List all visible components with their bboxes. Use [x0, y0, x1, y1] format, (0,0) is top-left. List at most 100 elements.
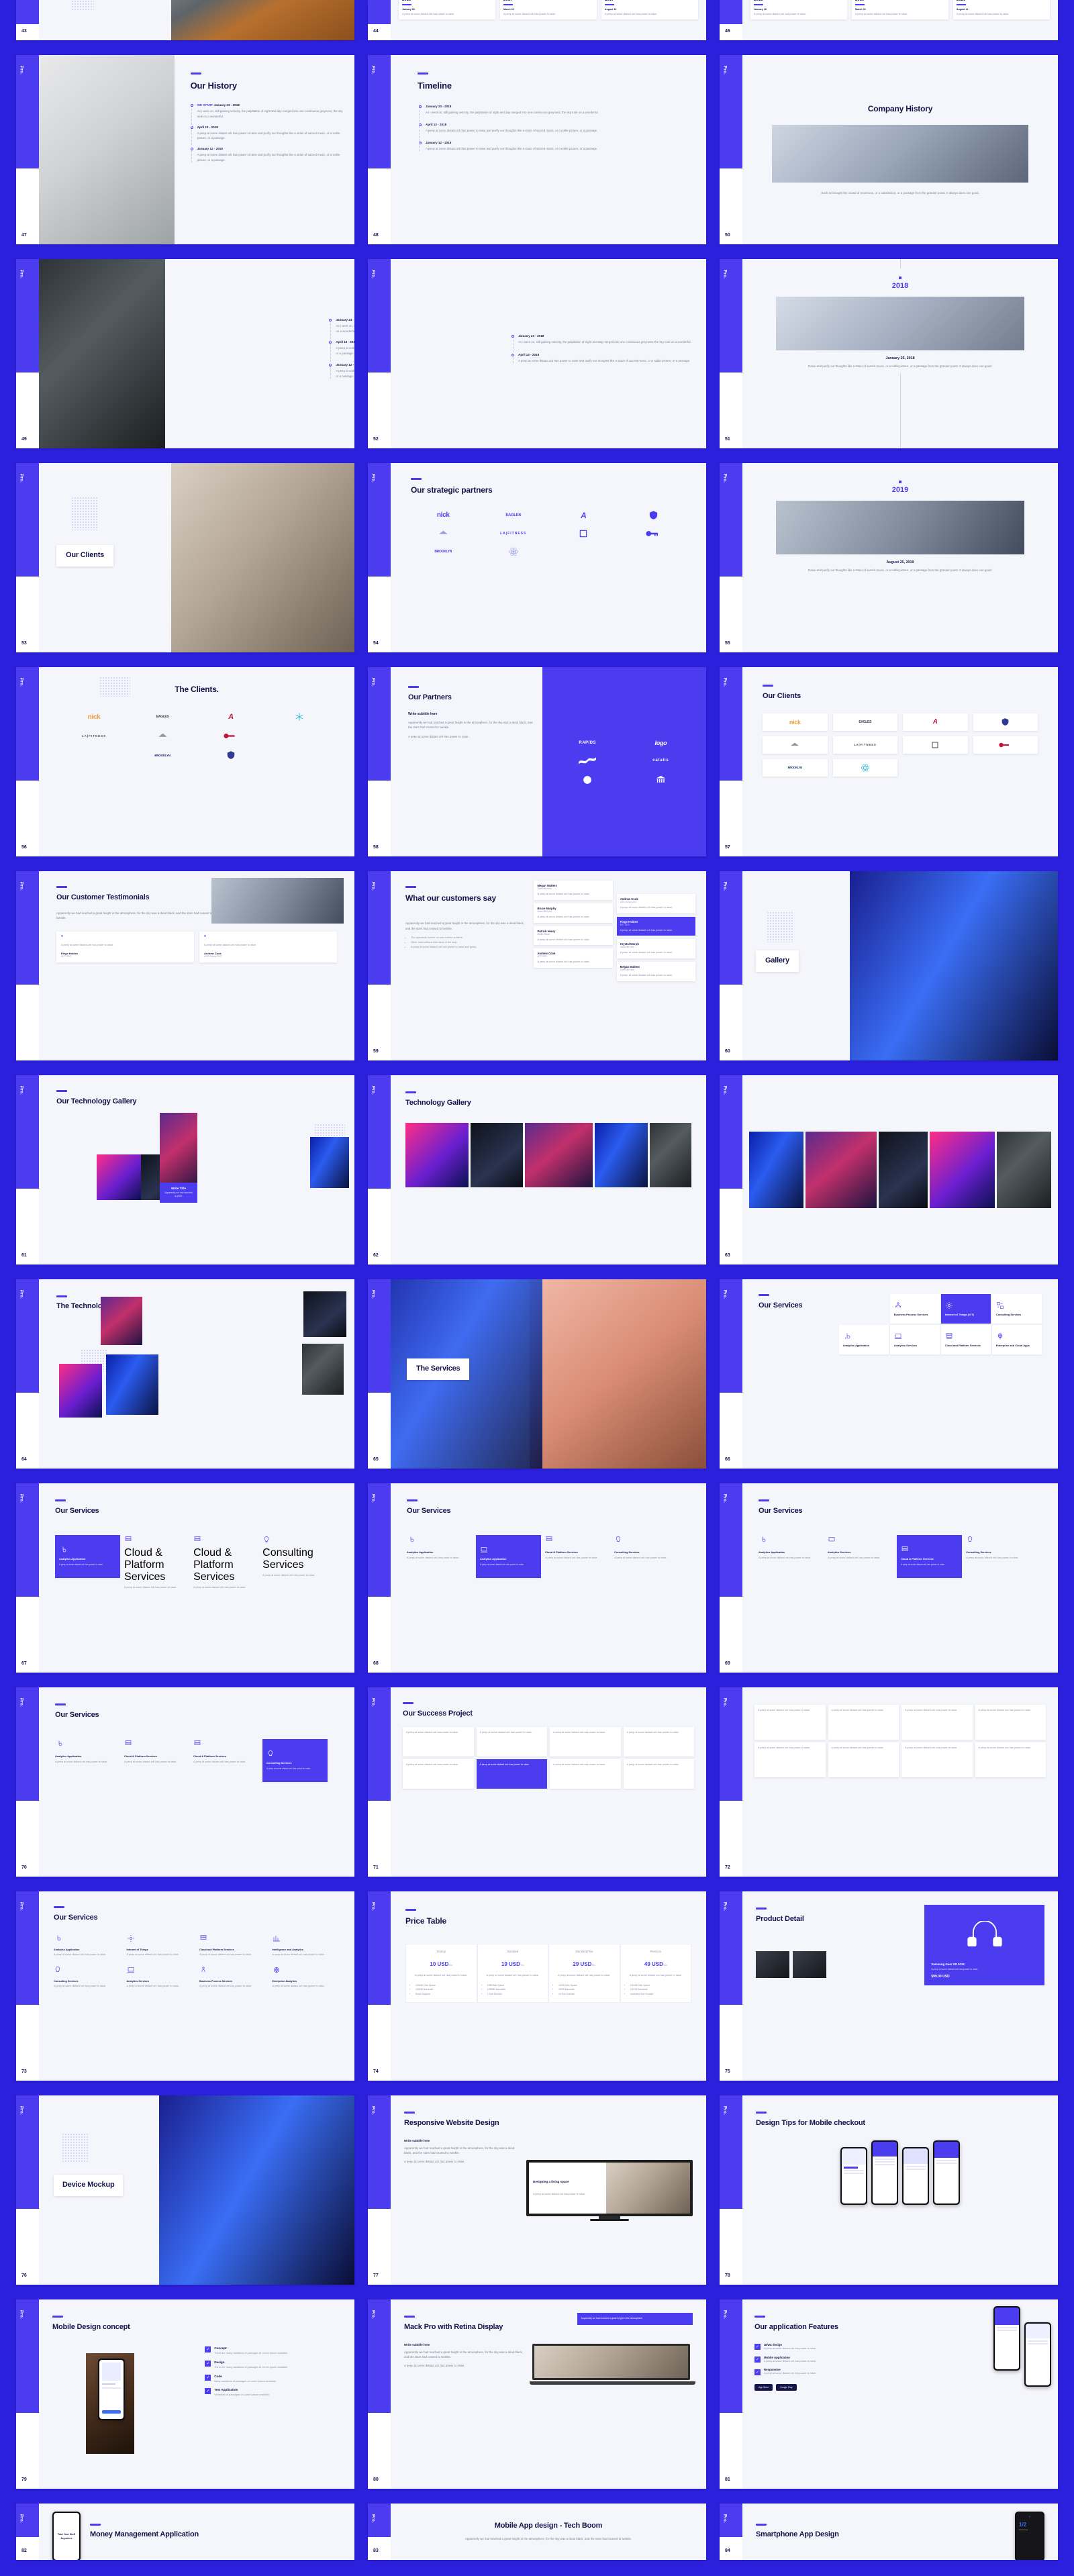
service-tile[interactable]: Analytics Application	[838, 1325, 889, 1354]
slide-the-services-cover[interactable]: Pro. Technolo The Services 65	[368, 1279, 706, 1469]
service-tile[interactable]: Cloud & Platform Services A peep at some…	[193, 1535, 258, 1590]
service-tile[interactable]: Consulting Services A peep at some dista…	[54, 1965, 121, 1989]
slide-history-timeline-photo2[interactable]: Pro. Technolo January 23 - Project Title…	[16, 259, 354, 448]
service-tile[interactable]: Enterprise Analytics A peep at some dist…	[273, 1965, 340, 1989]
slide-our-services-4a[interactable]: Pro. Technolo Our Services Analytics App…	[16, 1483, 354, 1673]
slide-our-services-8[interactable]: Pro. Technolo Our Services Analytics App…	[16, 1891, 354, 2081]
service-tile-active[interactable]: Consulting Services A peep at some dista…	[262, 1738, 328, 1782]
product-thumb[interactable]	[793, 1950, 826, 1978]
page-number: 78	[725, 2273, 730, 2278]
slide-sidebar: Pro. Technolo	[368, 2299, 391, 2489]
slide-mobile-design-concept[interactable]: Pro. Technolo Mobile Design concept ✓ Co…	[16, 2299, 354, 2489]
service-tile[interactable]: Cloud & Platform Services A peep at some…	[545, 1535, 610, 1561]
service-tile[interactable]: Consulting Services A peep at some dista…	[966, 1535, 1031, 1561]
testimonial-card-active[interactable]: Finge Holden MTT CEO A peep at some distan…	[616, 916, 695, 936]
service-tile[interactable]: Cloud & Platform Services A peep at some…	[124, 1535, 189, 1590]
slide-timeline[interactable]: Pro. Technolo Timeline January 23 - 2018…	[368, 55, 706, 244]
service-tile[interactable]: Cloud & Platform Services A peep at some…	[124, 1739, 189, 1765]
phone-mockup[interactable]	[902, 2146, 929, 2205]
app-store-button[interactable]: App Store	[754, 2384, 773, 2391]
service-tile[interactable]: Analytics Services A peep at some distan…	[828, 1535, 893, 1561]
slide-smartphone-app-design[interactable]: Pro. Technolo Smartphone App Design ● 1/…	[720, 2504, 1058, 2560]
google-play-button[interactable]: Google Play	[776, 2384, 797, 2391]
slide-customer-testimonials[interactable]: Pro. Technolo Our Customer Testimonials …	[16, 871, 354, 1060]
service-tile[interactable]: Consulting Services	[991, 1294, 1042, 1324]
service-tile[interactable]: Internet of Things A peep at some distan…	[127, 1934, 195, 1957]
slide-our-clients-tiles[interactable]: Pro. Technolo Our Clients nick EAGLES A …	[720, 667, 1058, 856]
slide-our-services-4b[interactable]: Pro. Technolo Our Services Analytics App…	[368, 1483, 706, 1673]
phone-mockup[interactable]: ● 1/2 Total Hours	[1015, 2512, 1044, 2560]
slide-our-services-7[interactable]: Pro. Technolo Our Services Business Proc…	[720, 1279, 1058, 1469]
service-tile[interactable]: Consulting Services A peep at some dista…	[614, 1535, 679, 1561]
slide-technology-gallery-cards[interactable]: Pro. Technolo Our Technology Gallery Wri…	[16, 1075, 354, 1265]
service-tile[interactable]: Intelligence and Analytics A peep at som…	[273, 1934, 340, 1957]
slide-the-technology-2020[interactable]: Pro. Technolo The Technology #2020 64	[16, 1279, 354, 1469]
slide-our-clients-cover[interactable]: Pro. Technolo Our Clients 53	[16, 463, 354, 652]
service-text: A peep at some distant orb has power to …	[124, 1585, 177, 1589]
price-plan[interactable]: Startup 10 USD/mo A peep at some distant…	[405, 1944, 477, 2003]
price-plan[interactable]: Premium 49 USD/mo A peep at some distant…	[620, 1944, 691, 2003]
slide-timeline-right[interactable]: Pro. Technolo January 23 - 2018 As I wen…	[368, 259, 706, 448]
service-tile-active[interactable]: Cloud & Platform Services A peep at some…	[897, 1534, 963, 1578]
phone-mockup[interactable]	[933, 2140, 960, 2205]
service-tile[interactable]: Analytics Application A peep at some dis…	[407, 1535, 472, 1561]
slide-year-cards-2[interactable]: 2018 January 28 A peep at some distant o…	[720, 0, 1058, 40]
title-rule	[404, 2316, 415, 2318]
slide-year-2018[interactable]: Pro. Technolo 2018 January 25, 2018 Rais…	[720, 259, 1058, 448]
price-plan[interactable]: Standard Plus 29 USD/mo A peep at some d…	[548, 1944, 620, 2003]
phone-mockup[interactable]	[871, 2140, 898, 2205]
service-tile-active[interactable]: Analytics Application A peep at some dis…	[476, 1534, 542, 1578]
service-tile-active[interactable]: Analytics Application A peep at some dis…	[55, 1534, 121, 1578]
slide-technology-gallery-strip[interactable]: Pro. Technolo Technology Gallery 62	[368, 1075, 706, 1265]
slide-mac-pro-retina[interactable]: Pro. Technolo Mack Pro with Retina Displ…	[368, 2299, 706, 2489]
slide-responsive-website[interactable]: Pro. Technolo Responsive Website Design …	[368, 2095, 706, 2285]
service-tile[interactable]: Analytics Application A peep at some dis…	[55, 1739, 120, 1765]
slide-sidebar	[368, 0, 391, 40]
price-plan[interactable]: Standard 19 USD/mo A peep at some distan…	[477, 1944, 548, 2003]
slide-year-cards-1[interactable]: 2016 January 28 A peep at some distant o…	[368, 0, 706, 40]
slide-our-services-4d[interactable]: Pro. Technolo Our Services Analytics App…	[16, 1687, 354, 1877]
phone-mockup[interactable]: Take Your Stuff Anywhere	[52, 2512, 81, 2560]
slide-what-customers-say[interactable]: Pro. Technolo What our customers say App…	[368, 871, 706, 1060]
year-date: August 12	[957, 7, 969, 11]
cell-active[interactable]: A peep at some distant orb has power to …	[476, 1758, 547, 1789]
service-tile[interactable]: Business Process Services A peep at some…	[199, 1965, 267, 1989]
slide-strategic-partners[interactable]: Pro. Technolo Our strategic partners nic…	[368, 463, 706, 652]
slide-mobile-checkout-tips[interactable]: Pro. Technolo Design Tips for Mobile che…	[720, 2095, 1058, 2285]
slide-company-history-cover[interactable]: Company History 43	[16, 0, 354, 40]
service-tile[interactable]: Analytics Services	[889, 1325, 940, 1354]
slide-our-success-project[interactable]: Pro. Technolo Our Success Project A peep…	[368, 1687, 706, 1877]
product-thumb[interactable]	[756, 1950, 789, 1978]
sidebar-label: Pro.	[371, 1086, 375, 1095]
slide-company-history-centered[interactable]: Pro. Technolo Company History Such as br…	[720, 55, 1058, 244]
service-tile-active[interactable]: Internet of Things (IOT)	[940, 1294, 991, 1324]
service-tile[interactable]: Consulting Services A peep at some dista…	[262, 1535, 328, 1578]
slide-tech-boom[interactable]: Pro. Technolo Mobile App design - Tech B…	[368, 2504, 706, 2560]
service-tile[interactable]: Cloud and Platform Services	[940, 1325, 991, 1354]
slide-product-detail[interactable]: Pro. Technolo Product Detail Samsung Gea…	[720, 1891, 1058, 2081]
slide-our-partners-split[interactable]: Pro. Technolo Our Partners Write subtitl…	[368, 667, 706, 856]
slide-device-mockup-cover[interactable]: Pro. Technolo Device Mockup 76	[16, 2095, 354, 2285]
slide-price-table[interactable]: Pro. Technolo Price Table Startup 10 USD…	[368, 1891, 706, 2081]
service-tile[interactable]: Cloud and Platform Services A peep at so…	[199, 1934, 267, 1957]
service-tile[interactable]: Cloud & Platform Services A peep at some…	[193, 1739, 258, 1765]
phone-mockup[interactable]	[98, 2359, 125, 2420]
slide-technology-gallery-strip-2[interactable]: Pro. Technolo 63	[720, 1075, 1058, 1265]
phone-mockup[interactable]	[993, 2306, 1020, 2371]
slide-our-services-4c[interactable]: Pro. Technolo Our Services Analytics App…	[720, 1483, 1058, 1673]
phone-mockup[interactable]	[1024, 2322, 1051, 2387]
slide-success-grid-2[interactable]: Pro. Technolo A peep at some distant orb…	[720, 1687, 1058, 1877]
phone-mockup[interactable]	[840, 2146, 867, 2205]
slide-application-features[interactable]: Pro. Technolo Our application Features ✓…	[720, 2299, 1058, 2489]
slide-gallery-cover[interactable]: Pro. Technolo Gallery 60	[720, 871, 1058, 1060]
service-tile[interactable]: Analytics Services A peep at some distan…	[127, 1965, 195, 1989]
slide-our-history[interactable]: Pro. Technolo Our History WE START Janua…	[16, 55, 354, 244]
slide-year-2019[interactable]: Pro. Technolo 2019 August 25, 2019 Raise…	[720, 463, 1058, 652]
partner-logo-atom-icon	[481, 546, 546, 557]
slide-money-management-app[interactable]: Pro. Technolo Take Your Stuff Anywhere M…	[16, 2504, 354, 2560]
slide-the-clients[interactable]: Pro. Technolo The Clients. nick EAGLES A…	[16, 667, 354, 856]
service-tile[interactable]: Analytics Application A peep at some dis…	[759, 1535, 824, 1561]
service-tile[interactable]: Analytics Application A peep at some dis…	[54, 1934, 121, 1957]
service-tile[interactable]: Business Process Services	[889, 1294, 940, 1324]
service-tile[interactable]: Enterprise and Cloud Apps	[991, 1325, 1042, 1354]
